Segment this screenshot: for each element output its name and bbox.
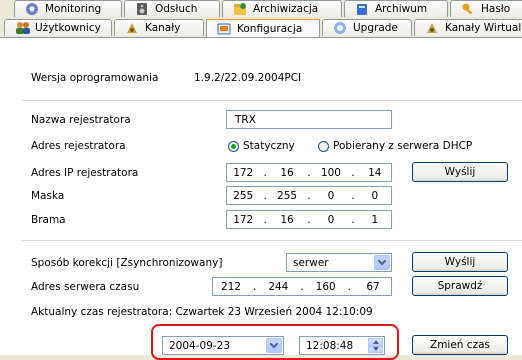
tab-label: Odsłuch bbox=[155, 3, 198, 15]
gateway-label: Brama bbox=[31, 214, 66, 226]
tab-uzytkownicy[interactable]: Użytkownicy bbox=[4, 19, 112, 36]
recorder-name-label: Nazwa rejestratora bbox=[31, 114, 131, 126]
tab-archiwum[interactable]: Archiwum bbox=[344, 0, 448, 17]
send-ip-button[interactable]: Wyślij bbox=[412, 162, 508, 182]
tab-label: Archiwum bbox=[375, 3, 428, 15]
change-time-button[interactable]: Zmień czas bbox=[412, 335, 508, 355]
tab-label: Kanały bbox=[145, 22, 181, 34]
tab-konfiguracja[interactable]: Konfiguracja bbox=[206, 19, 320, 37]
radio-static[interactable]: Statyczny bbox=[228, 140, 295, 152]
folder-archive-icon bbox=[233, 2, 247, 16]
key-icon bbox=[461, 2, 475, 16]
tab-archiwizacja[interactable]: Archiwizacja bbox=[222, 0, 342, 17]
time-server-label: Adres serwera czasu bbox=[31, 281, 140, 293]
mask-input[interactable]: 255. 255. 0. 0 bbox=[226, 186, 392, 205]
sync-select[interactable]: serwer bbox=[286, 253, 392, 272]
radio-dhcp[interactable]: Pobierany z serwera DHCP bbox=[318, 140, 472, 152]
gateway-input[interactable]: 172. 16. 0. 1 bbox=[226, 210, 392, 229]
time-server-input[interactable]: 212. 244. 160. 67 bbox=[212, 277, 392, 296]
configuration-panel: Wersja oprogramowania 1.9.2/22.09.2004PC… bbox=[0, 37, 522, 355]
monitoring-icon bbox=[25, 2, 39, 16]
speaker-icon bbox=[135, 2, 149, 16]
current-time-text: Aktualny czas rejestratora: Czwartek 23 … bbox=[31, 306, 373, 318]
channels-icon bbox=[125, 21, 139, 35]
tab-label: Użytkownicy bbox=[35, 22, 101, 34]
tab-label: Upgrade bbox=[353, 22, 398, 34]
mask-label: Maska bbox=[31, 190, 65, 202]
tab-kanaly[interactable]: Kanały bbox=[114, 19, 204, 36]
ip-input[interactable]: 172. 16. 100. 14 bbox=[226, 163, 392, 182]
chevron-down-icon[interactable] bbox=[374, 255, 390, 270]
tab-label: Konfiguracja bbox=[237, 22, 303, 35]
tab-upgrade[interactable]: Upgrade bbox=[322, 19, 412, 36]
firmware-label: Wersja oprogramowania bbox=[31, 72, 159, 84]
virtual-channels-icon bbox=[425, 21, 439, 35]
configuration-icon bbox=[217, 22, 231, 36]
tab-haslo[interactable]: Hasło bbox=[450, 0, 522, 17]
radio-dhcp-indicator[interactable] bbox=[318, 140, 329, 152]
tab-label: Hasło bbox=[481, 3, 511, 15]
tab-row-bottom: Użytkownicy Kanały Konfiguracja Upgrade … bbox=[0, 19, 522, 37]
separator bbox=[22, 100, 522, 101]
address-label: Adres rejestratora bbox=[31, 140, 126, 152]
separator bbox=[22, 240, 522, 241]
firmware-value: 1.9.2/22.09.2004PCI bbox=[194, 72, 302, 84]
tab-label: Monitoring bbox=[45, 3, 102, 15]
check-server-button[interactable]: Sprawdź bbox=[412, 276, 508, 296]
tab-row-top: Monitoring Odsłuch Archiwizacja Archiwum… bbox=[0, 0, 522, 18]
tab-label: Kanały Wirtualne bbox=[445, 22, 522, 34]
archive-icon bbox=[355, 2, 369, 16]
upgrade-icon bbox=[333, 21, 347, 35]
tab-odsluch[interactable]: Odsłuch bbox=[124, 0, 220, 17]
tab-monitoring[interactable]: Monitoring bbox=[14, 0, 122, 17]
tab-label: Archiwizacja bbox=[253, 3, 319, 15]
sync-label: Sposób korekcji [Zsynchronizowany] bbox=[31, 257, 223, 269]
radio-static-indicator[interactable] bbox=[228, 140, 239, 152]
recorder-name-input[interactable]: TRX bbox=[226, 110, 392, 129]
ip-label: Adres IP rejestratora bbox=[31, 167, 139, 179]
send-sync-button[interactable]: Wyślij bbox=[412, 252, 508, 272]
tab-kanaly-wirtualne[interactable]: Kanały Wirtualne bbox=[414, 19, 522, 36]
users-icon bbox=[15, 21, 30, 35]
